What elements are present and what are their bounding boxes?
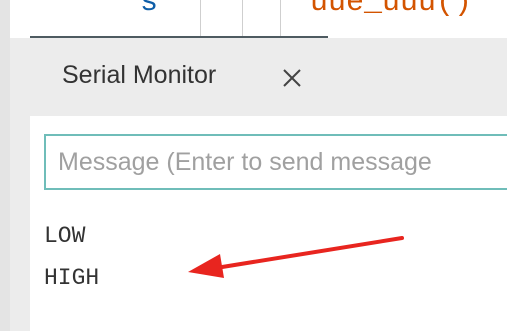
message-input[interactable]	[44, 134, 507, 190]
editor-divider	[200, 0, 201, 38]
left-gutter	[0, 0, 10, 331]
tab-serial-monitor[interactable]: Serial Monitor	[20, 38, 323, 116]
red-arrow-icon	[188, 236, 404, 278]
editor-divider	[280, 0, 281, 38]
serial-output-line: HIGH	[44, 265, 100, 291]
bottom-panel-tab-bar: Serial Monitor	[10, 38, 507, 116]
editor-divider	[242, 0, 243, 38]
tab-serial-monitor-label: Serial Monitor	[62, 61, 217, 89]
code-fragment-right: uue_uuu()	[310, 0, 473, 20]
close-icon[interactable]	[280, 64, 304, 88]
code-editor-strip: s uue_uuu()	[10, 0, 507, 38]
code-fragment-left: s	[104, 0, 159, 20]
serial-output-line: LOW	[44, 223, 86, 249]
serial-monitor-panel: LOW HIGH	[30, 116, 507, 331]
